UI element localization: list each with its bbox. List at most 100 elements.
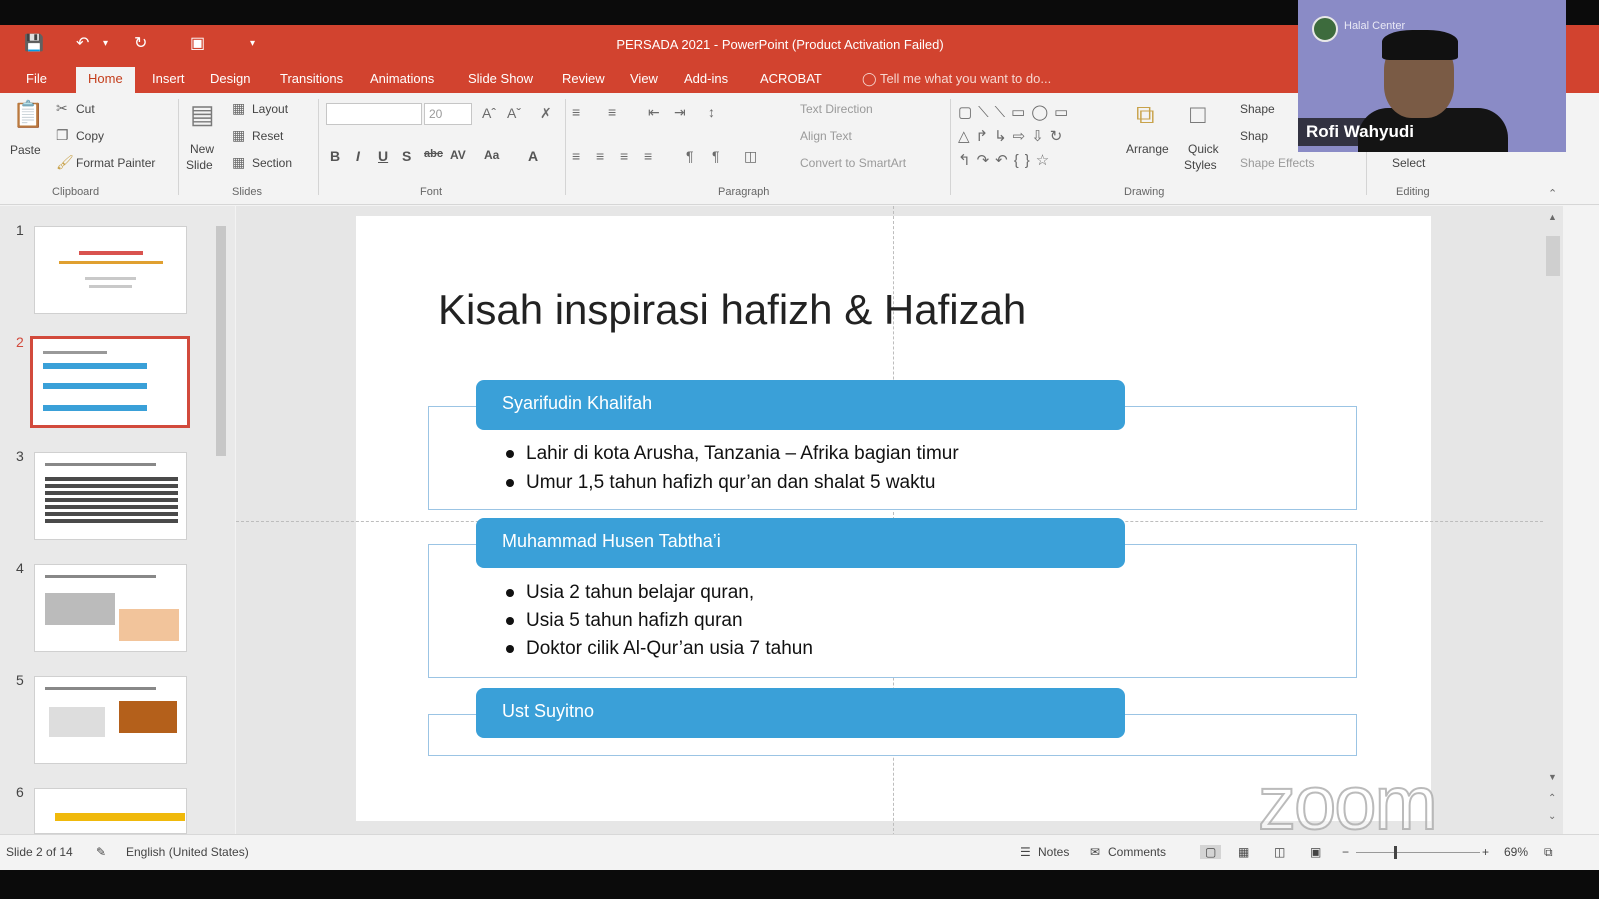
thumbnail-scrollbar[interactable] <box>213 206 233 834</box>
collapse-ribbon-icon[interactable]: ⌃ <box>1548 187 1557 201</box>
slideshow-view-icon[interactable]: ▣ <box>1310 845 1321 859</box>
quick-styles-label[interactable]: Styles <box>1184 158 1217 172</box>
shrink-font-icon[interactable]: Aˇ <box>507 106 521 120</box>
section-header[interactable]: Muhammad Husen Tabtha’i <box>476 518 1125 568</box>
slide-thumbnail-5[interactable] <box>34 676 187 764</box>
shape-fill-button[interactable]: Shape <box>1240 102 1275 116</box>
bullet-item[interactable]: Usia 2 tahun belajar quran, <box>506 582 754 604</box>
arrange-icon[interactable]: ⧉ <box>1136 101 1155 127</box>
line-spacing-icon[interactable]: ↕ <box>708 105 715 119</box>
next-slide-icon[interactable]: ⌄ <box>1548 810 1556 824</box>
text-shadow-icon[interactable]: S <box>402 148 411 164</box>
notes-icon[interactable]: ☰ <box>1020 845 1031 859</box>
slide-sorter-icon[interactable]: ▦ <box>1238 845 1249 859</box>
comments-icon[interactable]: ✉ <box>1090 845 1100 859</box>
zoom-slider-thumb[interactable] <box>1394 846 1397 859</box>
tab-file[interactable]: File <box>26 71 47 86</box>
reset-button[interactable]: Reset <box>252 129 283 143</box>
increase-indent-icon[interactable]: ⇥ <box>674 105 686 119</box>
strikethrough-icon[interactable]: abc <box>424 148 443 160</box>
layout-button[interactable]: Layout <box>252 102 288 116</box>
rtl-icon[interactable]: ¶ <box>686 149 694 163</box>
zoom-video-tile[interactable]: Halal Center Rofi Wahyudi <box>1298 0 1566 152</box>
select-button[interactable]: Select <box>1392 156 1425 170</box>
font-color-icon[interactable]: A <box>528 148 538 164</box>
decrease-indent-icon[interactable]: ⇤ <box>648 105 660 119</box>
copy-button[interactable]: Copy <box>76 129 104 143</box>
tab-transitions[interactable]: Transitions <box>280 71 343 86</box>
fit-to-window-icon[interactable]: ⧉ <box>1544 845 1553 860</box>
bullets-icon[interactable]: ≡ <box>572 105 580 119</box>
shape-effects-button[interactable]: Shape Effects <box>1240 156 1315 170</box>
shape-outline-button[interactable]: Shap <box>1240 129 1268 143</box>
zoom-in-icon[interactable]: + <box>1482 845 1489 859</box>
numbering-icon[interactable]: ≡ <box>608 105 616 119</box>
notes-button[interactable]: Notes <box>1038 845 1069 859</box>
slide-canvas[interactable]: Kisah inspirasi hafizh & Hafizah Syarifu… <box>236 206 1543 846</box>
format-painter-button[interactable]: Format Painter <box>76 156 155 170</box>
normal-view-icon[interactable]: ▢ <box>1200 845 1222 859</box>
quick-styles-icon[interactable]: □ <box>1190 101 1206 127</box>
tab-home[interactable]: Home <box>76 67 135 93</box>
scroll-down-icon[interactable]: ▼ <box>1548 770 1557 784</box>
align-right-icon[interactable]: ≡ <box>620 149 628 163</box>
arrange-button[interactable]: Arrange <box>1126 142 1169 156</box>
character-spacing-icon[interactable]: AV <box>450 148 466 162</box>
slide-thumbnail-2[interactable] <box>30 336 190 428</box>
ltr-icon[interactable]: ¶ <box>712 149 720 163</box>
tab-animations[interactable]: Animations <box>370 71 434 86</box>
cut-button[interactable]: Cut <box>76 102 95 116</box>
columns-icon[interactable]: ◫ <box>744 149 757 163</box>
text-direction-button[interactable]: Text Direction <box>800 102 873 116</box>
slide-thumbnail-1[interactable] <box>34 226 187 314</box>
align-text-button[interactable]: Align Text <box>800 129 852 143</box>
slide-thumbnail-3[interactable] <box>34 452 187 540</box>
bold-icon[interactable]: B <box>330 148 340 164</box>
scrollbar-thumb[interactable] <box>1546 236 1560 276</box>
tab-design[interactable]: Design <box>210 71 250 86</box>
tab-view[interactable]: View <box>630 71 658 86</box>
tab-review[interactable]: Review <box>562 71 605 86</box>
scrollbar-thumb[interactable] <box>216 226 226 456</box>
underline-icon[interactable]: U <box>378 148 388 164</box>
zoom-level[interactable]: 69% <box>1504 845 1528 859</box>
align-center-icon[interactable]: ≡ <box>596 149 604 163</box>
justify-icon[interactable]: ≡ <box>644 149 652 163</box>
zoom-slider[interactable] <box>1356 852 1480 853</box>
tell-me-search[interactable]: ◯ Tell me what you want to do... <box>862 71 1051 87</box>
slide-scrollbar[interactable]: ▲ ▼ ⌃ ⌄ <box>1543 206 1563 834</box>
paste-icon[interactable]: 📋 <box>12 101 44 127</box>
align-left-icon[interactable]: ≡ <box>572 149 580 163</box>
clear-formatting-icon[interactable]: ✗ <box>540 106 552 120</box>
zoom-out-icon[interactable]: − <box>1342 845 1349 859</box>
shapes-gallery[interactable]: ▢⟍⟍▭◯▭ △↱↳⇨⇩↻ ↰↷↶{}☆ <box>958 101 1118 173</box>
tab-acrobat[interactable]: ACROBAT <box>760 71 822 86</box>
reading-view-icon[interactable]: ◫ <box>1274 845 1285 859</box>
bullet-item[interactable]: Doktor cilik Al-Qur’an usia 7 tahun <box>506 638 813 660</box>
new-slide-label[interactable]: Slide <box>186 158 213 172</box>
tab-slide-show[interactable]: Slide Show <box>468 71 533 86</box>
quick-styles-button[interactable]: Quick <box>1188 142 1219 156</box>
paste-button[interactable]: Paste <box>10 143 41 157</box>
convert-smartart-button[interactable]: Convert to SmartArt <box>800 156 906 170</box>
section-header[interactable]: Ust Suyitno <box>476 688 1125 738</box>
tab-insert[interactable]: Insert <box>152 71 185 86</box>
language-indicator[interactable]: English (United States) <box>126 845 249 859</box>
spell-check-icon[interactable]: ✎ <box>96 845 106 859</box>
comments-button[interactable]: Comments <box>1108 845 1166 859</box>
slide-thumbnail-4[interactable] <box>34 564 187 652</box>
font-size-field[interactable]: 20 <box>424 103 472 125</box>
scroll-up-icon[interactable]: ▲ <box>1548 210 1557 224</box>
bullet-item[interactable]: Lahir di kota Arusha, Tanzania – Afrika … <box>506 443 959 465</box>
section-button[interactable]: Section <box>252 156 292 170</box>
bullet-item[interactable]: Usia 5 tahun hafizh quran <box>506 610 743 632</box>
previous-slide-icon[interactable]: ⌃ <box>1548 792 1556 806</box>
change-case-icon[interactable]: Aa <box>484 148 499 162</box>
new-slide-icon[interactable]: ▤ <box>190 101 215 127</box>
slide-thumbnail-6[interactable] <box>34 788 187 834</box>
slide-title[interactable]: Kisah inspirasi hafizh & Hafizah <box>438 286 1026 334</box>
section-header[interactable]: Syarifudin Khalifah <box>476 380 1125 430</box>
italic-icon[interactable]: I <box>356 148 360 164</box>
new-slide-button[interactable]: New <box>190 142 214 156</box>
tab-add-ins[interactable]: Add-ins <box>684 71 728 86</box>
